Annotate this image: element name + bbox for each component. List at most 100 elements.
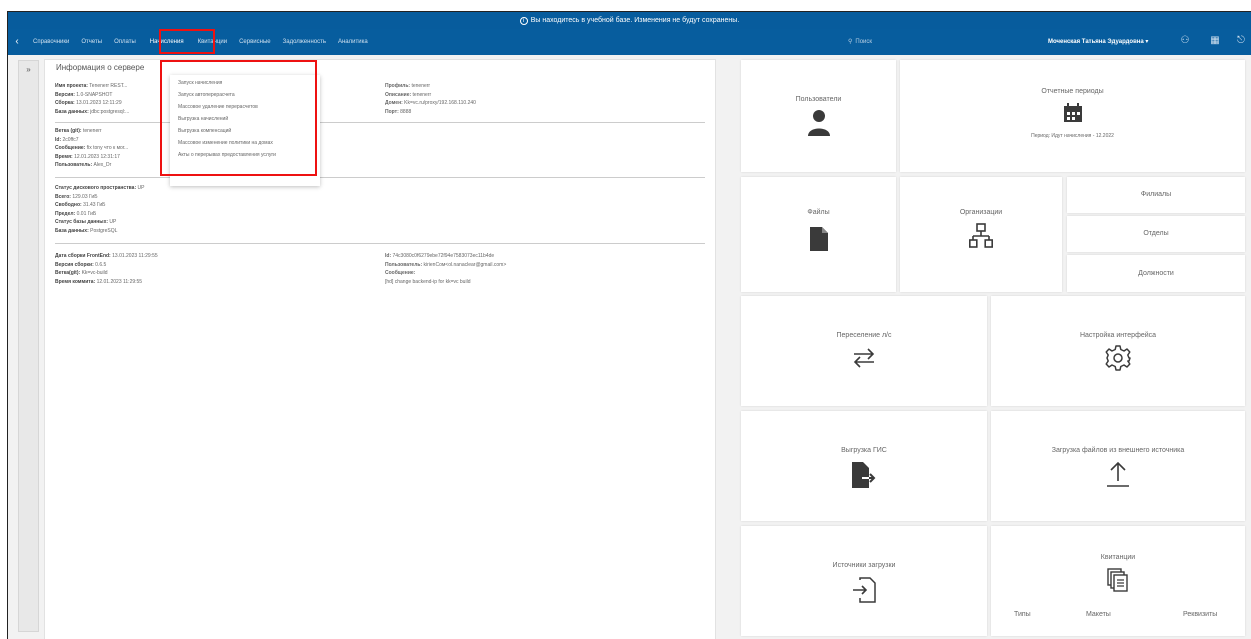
info-row: Профиль: tenenerr [385, 83, 431, 89]
tile-label: Квитанции [1100, 554, 1136, 561]
tile-branches[interactable]: Филиалы [1067, 177, 1245, 213]
info-row: Имя проекта: Tenenerr REST... [55, 83, 128, 89]
menu-item-payments[interactable]: Оплаты [114, 39, 136, 45]
tile-label: Пользователи [795, 96, 842, 103]
info-row: Домен: Kk=vc.ru/proxy/192.168.110.240 [385, 100, 476, 107]
tile-gis-export[interactable]: Выгрузка ГИС [741, 411, 987, 521]
back-arrow-icon[interactable]: ‹ [10, 35, 24, 49]
building-icon[interactable]: ▦ [1208, 34, 1222, 48]
org-structure-icon [969, 223, 993, 248]
info-row: База данных: PostgreSQL [55, 227, 118, 234]
divider [55, 122, 705, 123]
server-section: Имя проекта: Tenenerr REST... Версия: 1.… [55, 82, 705, 116]
user-menu[interactable]: Моченская Татьяна Эдуардовна ▾ [1048, 38, 1148, 45]
info-row: Сообщение: fix tony что к мог... [55, 145, 129, 152]
expand-sidebar-icon[interactable]: » [19, 65, 38, 74]
frontend-commit-section: Id: 74c3080c0f6279ebe72f94e7583073ec11b4… [385, 252, 506, 286]
info-row: Статус базы данных: UP [55, 219, 117, 226]
menu-item-analytics[interactable]: Аналитика [338, 39, 368, 45]
info-row: Пользователь: kirienСом<ol.nanaclear@gma… [385, 261, 507, 268]
tile-label: Настройка интерфейса [1079, 332, 1157, 339]
file-import-icon [853, 577, 876, 603]
user-icon [807, 110, 830, 136]
server-info-panel: Информация о сервере Имя проекта: Tenene… [44, 59, 716, 639]
info-row: Id: 2c0ffc7 [55, 136, 79, 143]
tile-label: Загрузка файлов из внешнего источника [1051, 447, 1185, 454]
tile-label: Филиалы [1140, 191, 1172, 198]
info-icon: i [519, 16, 528, 25]
highlight-box [160, 60, 317, 176]
tile-receipts[interactable]: Квитанции Типы Макеты Реквизиты [991, 526, 1245, 636]
file-export-icon [852, 462, 876, 488]
search-box[interactable]: ⚲ Поиск [848, 38, 872, 46]
tile-label: Должности [1138, 270, 1174, 277]
info-row: Id: 74c3080c0f6279ebe72f94e7583073ec11b4… [385, 253, 495, 259]
divider [55, 243, 705, 244]
calendar-icon [1063, 103, 1082, 122]
tile-label: Отделы [1143, 230, 1169, 237]
search-input[interactable]: Поиск [855, 39, 872, 45]
tile-organizations[interactable]: Организации [900, 177, 1062, 292]
file-icon [809, 227, 828, 251]
menu-item-reports[interactable]: Отчеты [81, 39, 102, 45]
documents-icon [1107, 568, 1128, 592]
info-row: Время: 12.01.2023 12:31:17 [55, 153, 120, 160]
info-row: Статус дискового пространства: UP [55, 185, 145, 191]
info-row: Пользователь: Alex_Dr [55, 162, 112, 169]
tile-label: Организации [959, 209, 1003, 216]
swap-arrows-icon [853, 348, 875, 368]
tile-departments[interactable]: Отделы [1067, 216, 1245, 252]
tile-files[interactable]: Файлы [741, 177, 896, 292]
tile-interface-settings[interactable]: Настройка интерфейса [991, 296, 1245, 406]
info-row: [hd] change backend-ip for kk=vc build [385, 278, 471, 285]
info-row: База данных: jdbc:postgresql:... [55, 108, 130, 115]
info-row: Версия: 1.0-SNAPSHOT [55, 91, 113, 98]
info-row: Порт: 8888 [385, 108, 412, 115]
tile-load-sources[interactable]: Источники загрузки [741, 526, 987, 636]
info-row: Предел: 0.01 ГиБ [55, 210, 97, 217]
info-row: Сообщение: [385, 270, 416, 277]
receipts-layouts-link[interactable]: Макеты [1086, 611, 1111, 618]
training-banner: i Вы находитесь в учебной базе. Изменени… [8, 12, 1251, 29]
tile-label: Отчетные периоды [1041, 88, 1104, 95]
tile-label: Выгрузка ГИС [841, 447, 887, 454]
info-row: Свободно: 31.43 ГиБ [55, 202, 106, 209]
disk-section: Статус дискового пространства: UP Всего:… [55, 184, 705, 236]
info-row: Сборка: 13.01.2023 12:11:29 [55, 100, 122, 107]
tile-users[interactable]: Пользователи [741, 60, 896, 172]
receipts-details-link[interactable]: Реквизиты [1183, 611, 1217, 618]
tile-label: Источники загрузки [832, 562, 896, 569]
info-row: Ветка(git): Kk=vc-build [55, 270, 108, 277]
users-settings-icon[interactable]: ⚇ [1178, 34, 1192, 48]
divider [55, 177, 705, 178]
tile-label: Переселение л/с [836, 332, 892, 339]
logout-icon[interactable]: ⎋ [1234, 34, 1248, 48]
app-window: i Вы находитесь в учебной базе. Изменени… [7, 11, 1251, 639]
panel-title: Информация о сервере [56, 63, 145, 72]
info-row: Всего: 129.03 ГиБ [55, 193, 98, 200]
info-row: Дата сборки FrontEnd: 13.01.2023 11:29:5… [55, 253, 158, 259]
upload-icon [1107, 461, 1129, 487]
search-icon: ⚲ [848, 39, 853, 45]
menu-item-directories[interactable]: Справочники [33, 39, 69, 45]
info-row: Время коммита: 12.01.2023 11:29:55 [55, 278, 143, 285]
info-row: Ветка (git): tenenerr [55, 128, 102, 134]
tile-label: Файлы [807, 209, 830, 216]
tile-account-transfer[interactable]: Переселение л/с [741, 296, 987, 406]
collapsed-sidebar[interactable]: » [18, 60, 39, 632]
menu-item-debt[interactable]: Задолженность [283, 39, 326, 45]
gear-icon [1105, 345, 1131, 371]
receipts-types-link[interactable]: Типы [1014, 611, 1031, 618]
git-section: Ветка (git): tenenerr Id: 2c0ffc7 Сообще… [55, 127, 705, 170]
tile-report-periods[interactable]: Отчетные периоды Период: Идут начисления… [900, 60, 1245, 172]
info-row: Описание: tenenerr [385, 91, 432, 98]
user-name: Моченская Татьяна Эдуардовна [1048, 39, 1144, 45]
profile-section: Профиль: tenenerr Описание: tenenerr Дом… [385, 82, 476, 116]
period-status: Период: Идут начисления - 12.2022 [1031, 133, 1114, 139]
tile-positions[interactable]: Должности [1067, 255, 1245, 292]
tile-external-load[interactable]: Загрузка файлов из внешнего источника [991, 411, 1245, 521]
menu-item-services[interactable]: Сервисные [239, 39, 271, 45]
banner-text: Вы находитесь в учебной базе. Изменения … [530, 17, 740, 24]
info-row: Версия сборки: 0.6.5 [55, 261, 107, 268]
frontend-section: Дата сборки FrontEnd: 13.01.2023 11:29:5… [55, 252, 705, 286]
